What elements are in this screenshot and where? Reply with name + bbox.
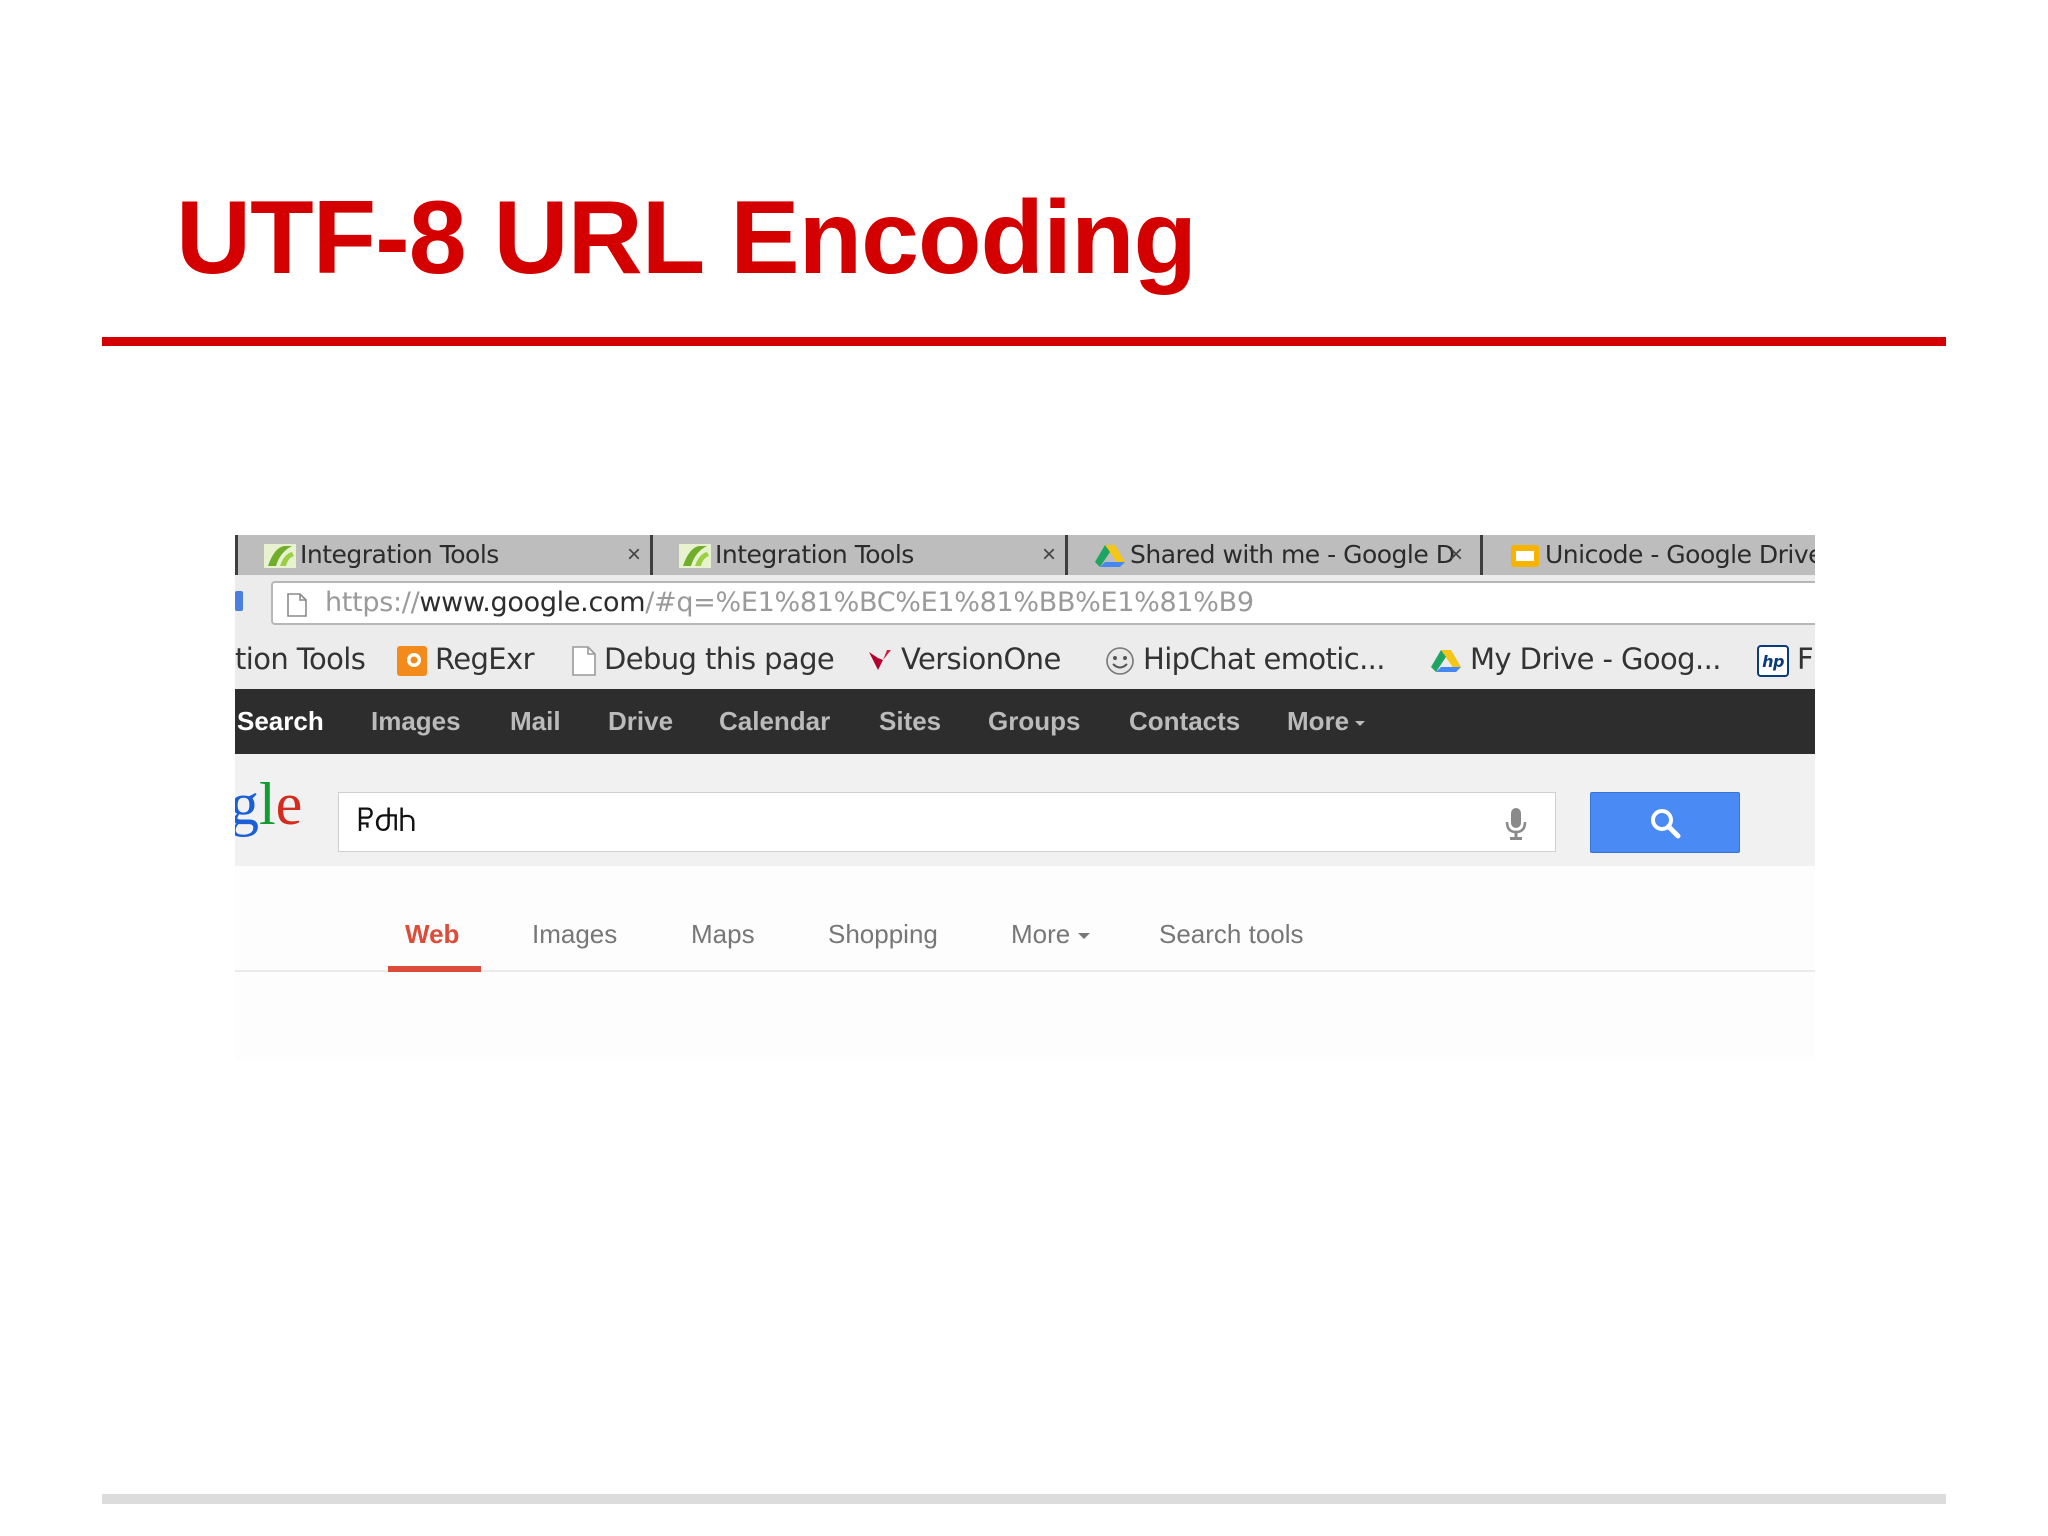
google-slides-icon — [1511, 545, 1539, 567]
bookmark-label: HipChat emotic... — [1143, 642, 1386, 676]
page-icon — [287, 593, 307, 617]
google-logo[interactable]: gle — [235, 764, 302, 844]
close-icon[interactable]: × — [1449, 535, 1463, 575]
chevron-down-icon — [1355, 720, 1366, 726]
microphone-icon[interactable] — [1505, 807, 1527, 841]
integration-tools-favicon — [679, 544, 711, 568]
tab-more[interactable]: More — [1011, 914, 1091, 954]
active-tab-indicator — [388, 966, 481, 972]
tab-title: Integration Tools — [715, 540, 914, 569]
search-header: gle ႼႻႹ — [235, 754, 1815, 867]
google-drive-icon — [1431, 650, 1461, 672]
search-icon — [1651, 809, 1681, 839]
url-text: https://www.google.com/#q=%E1%81%BC%E1%8… — [325, 583, 1254, 623]
gbar-groups[interactable]: Groups — [988, 689, 1080, 754]
slide-title: UTF-8 URL Encoding — [176, 180, 1197, 296]
bookmark-my-drive[interactable]: My Drive - Goog... — [1430, 629, 1721, 689]
gbar-contacts[interactable]: Contacts — [1129, 689, 1240, 754]
bookmark-hipchat[interactable]: HipChat emotic... — [1105, 629, 1386, 689]
bookmark-label: tion Tools — [235, 642, 366, 676]
browser-tab-3[interactable]: Shared with me - Google D × — [1065, 535, 1482, 575]
bookmark-debug-page[interactable]: Debug this page — [572, 629, 835, 689]
bookmark-integration-tools[interactable]: tion Tools — [235, 629, 366, 689]
close-icon[interactable]: × — [627, 535, 641, 575]
tab-search-tools[interactable]: Search tools — [1159, 914, 1304, 954]
url-scheme: https:// — [325, 587, 420, 618]
browser-screenshot: Integration Tools × Integration Tools × … — [235, 535, 1815, 1060]
svg-text:hp: hp — [1762, 652, 1784, 671]
tab-shopping[interactable]: Shopping — [828, 914, 938, 954]
bookmark-label: Debug this page — [604, 642, 835, 676]
logo-letter: e — [275, 771, 303, 837]
logo-letter: l — [259, 771, 276, 837]
search-query: ႼႻႹ — [357, 805, 417, 838]
browser-tab-4[interactable]: Unicode - Google Drive — [1480, 535, 1815, 575]
title-divider — [102, 337, 1946, 346]
browser-tab-2[interactable]: Integration Tools × — [650, 535, 1067, 575]
search-button[interactable] — [1590, 792, 1740, 853]
gbar-calendar[interactable]: Calendar — [719, 689, 830, 754]
tab-more-label: More — [1011, 919, 1071, 949]
url-path: /#q=%E1%81%BC%E1%81%BB%E1%81%B9 — [645, 587, 1254, 618]
bookmark-hp[interactable]: hp F — [1757, 629, 1814, 689]
result-tabs: Web Images Maps Shopping More Search too… — [235, 866, 1815, 1060]
url-host: www.google.com — [419, 587, 646, 618]
gbar-search[interactable]: Search — [237, 689, 324, 754]
extension-icon[interactable] — [235, 591, 243, 611]
gbar-sites[interactable]: Sites — [879, 689, 941, 754]
google-drive-icon — [1095, 545, 1125, 567]
search-input[interactable]: ႼႻႹ — [338, 792, 1556, 852]
bookmark-regexr[interactable]: RegExr — [397, 629, 535, 689]
address-bar-row: https://www.google.com/#q=%E1%81%BC%E1%8… — [235, 575, 1815, 629]
tab-strip: Integration Tools × Integration Tools × … — [235, 535, 1815, 575]
page-icon — [572, 646, 596, 676]
tab-title: Integration Tools — [300, 540, 499, 569]
chevron-down-icon — [1078, 933, 1091, 940]
bookmark-label: VersionOne — [901, 642, 1061, 676]
footer-divider — [102, 1494, 1946, 1504]
tab-images[interactable]: Images — [532, 914, 617, 954]
gbar-mail[interactable]: Mail — [510, 689, 561, 754]
bookmarks-bar: tion Tools RegExr Debug this page Versio… — [235, 629, 1815, 689]
tab-title: Unicode - Google Drive — [1545, 540, 1815, 569]
integration-tools-favicon — [264, 544, 296, 568]
tab-maps[interactable]: Maps — [691, 914, 755, 954]
versionone-icon — [869, 650, 891, 670]
tab-title: Shared with me - Google D — [1130, 540, 1455, 569]
bookmark-versionone[interactable]: VersionOne — [867, 629, 1061, 689]
close-icon[interactable]: × — [1042, 535, 1056, 575]
gbar-images[interactable]: Images — [371, 689, 461, 754]
logo-letter: g — [235, 771, 259, 837]
bookmark-label: My Drive - Goog... — [1470, 642, 1721, 676]
hp-icon: hp — [1757, 645, 1789, 677]
address-bar[interactable]: https://www.google.com/#q=%E1%81%BC%E1%8… — [271, 581, 1815, 625]
regexr-icon — [397, 646, 427, 676]
gbar-drive[interactable]: Drive — [608, 689, 673, 754]
gbar-more-label: More — [1287, 706, 1350, 736]
bookmark-label: F — [1797, 642, 1814, 676]
browser-tab-1[interactable]: Integration Tools × — [235, 535, 652, 575]
tab-web[interactable]: Web — [405, 914, 459, 954]
google-bar: Search Images Mail Drive Calendar Sites … — [235, 689, 1815, 754]
hipchat-icon — [1106, 647, 1134, 675]
bookmark-label: RegExr — [435, 642, 535, 676]
gbar-more[interactable]: More — [1287, 689, 1366, 754]
